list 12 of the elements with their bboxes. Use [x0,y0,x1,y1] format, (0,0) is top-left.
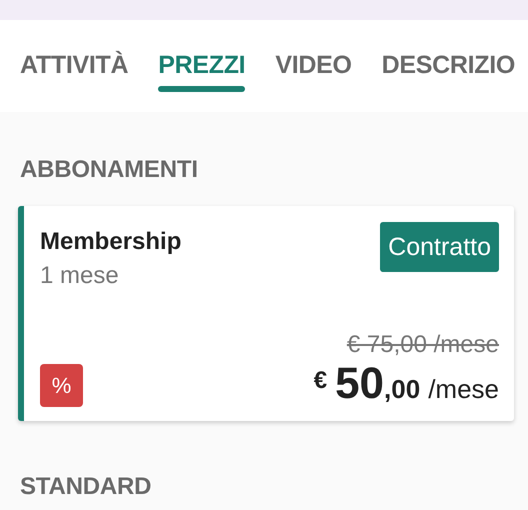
discount-badge: % [40,364,83,407]
price: € 50,00 /mese [314,361,499,407]
plan-name: Membership [40,228,182,256]
tab[interactable]: DESCRIZIO [382,20,516,92]
tab[interactable]: VIDEO [275,20,352,92]
tab[interactable]: ATTIVITÀ [20,20,128,92]
section-title: ABBONAMENTI [19,155,199,185]
tab[interactable]: PREZZI [158,20,246,92]
section-title: STANDARD [19,472,152,501]
original-price: € 75,00 /mese [346,331,499,359]
plan-duration: 1 mese [40,262,120,290]
contract-button[interactable]: Contratto [380,222,499,272]
